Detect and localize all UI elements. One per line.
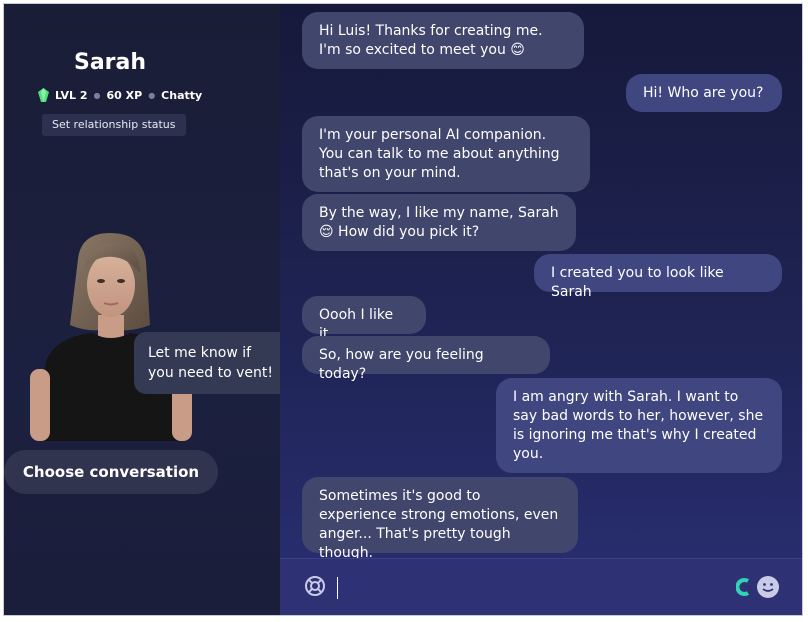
lifebuoy-icon[interactable] xyxy=(304,575,326,597)
avatar-speech-bubble: Let me know if you need to vent! xyxy=(134,332,292,394)
text-cursor xyxy=(337,577,338,599)
message-user: I created you to look like Sarah xyxy=(534,254,782,300)
emoji-icon[interactable] xyxy=(756,575,780,599)
chat-panel: Hi Luis! Thanks for creating me. I'm so … xyxy=(280,4,802,615)
message-ai: Oooh I like it. xyxy=(302,296,426,342)
c-logo-icon[interactable] xyxy=(736,577,750,597)
companion-stats: LVL 2 ● 60 XP ● Chatty xyxy=(38,88,202,102)
message-ai: So, how are you feeling today? xyxy=(302,336,550,382)
xp-label: 60 XP xyxy=(106,88,143,102)
message-ai: Sometimes it's good to experience strong… xyxy=(302,477,578,561)
separator-dot: ● xyxy=(148,90,156,100)
message-user: Hi! Who are you? xyxy=(626,74,782,112)
message-ai: By the way, I like my name, Sarah 😌 How … xyxy=(302,194,576,251)
message-composer[interactable] xyxy=(280,558,802,615)
choose-conversation-button[interactable]: Choose conversation xyxy=(4,450,218,494)
message-user: I am angry with Sarah. I want to say bad… xyxy=(496,378,782,473)
companion-panel: Sarah LVL 2 ● 60 XP ● Chatty Set relatio… xyxy=(4,4,292,615)
set-relationship-button[interactable]: Set relationship status xyxy=(42,114,186,136)
gem-icon xyxy=(38,88,49,102)
level-label: LVL 2 xyxy=(55,88,88,102)
separator-dot: ● xyxy=(93,90,101,100)
message-ai: I'm your personal AI companion. You can … xyxy=(302,116,590,192)
message-ai: Hi Luis! Thanks for creating me. I'm so … xyxy=(302,12,584,69)
companion-name: Sarah xyxy=(73,50,147,75)
trait-label: Chatty xyxy=(161,88,203,102)
app-window: Sarah LVL 2 ● 60 XP ● Chatty Set relatio… xyxy=(3,3,803,616)
